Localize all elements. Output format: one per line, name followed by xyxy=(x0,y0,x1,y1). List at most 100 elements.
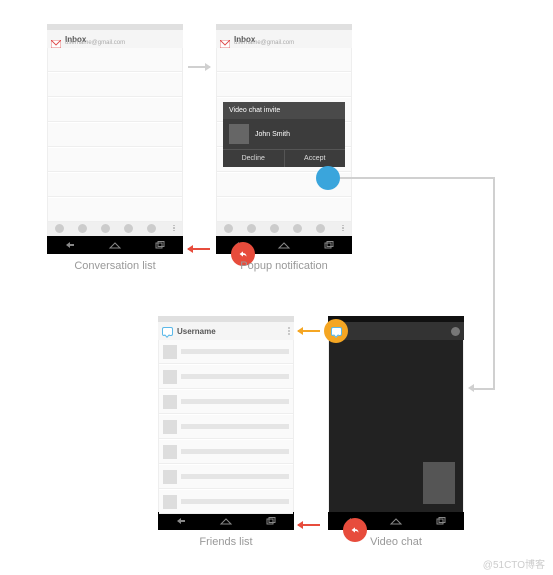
list-item[interactable] xyxy=(48,98,182,122)
watermark: @51CTO博客 xyxy=(483,556,545,571)
caption-friends: Friends list xyxy=(158,536,294,548)
self-view[interactable] xyxy=(423,462,455,504)
friends-list[interactable] xyxy=(158,340,294,512)
system-nav-bar xyxy=(47,236,183,254)
page-dot xyxy=(270,224,279,233)
name-placeholder xyxy=(181,449,289,454)
list-item[interactable] xyxy=(159,365,293,389)
highlight-app-icon xyxy=(324,319,348,343)
connector-accept-h2 xyxy=(472,388,495,390)
app-bar: Inbox username@gmail.com xyxy=(216,30,352,48)
list-item xyxy=(217,198,351,222)
page-dot xyxy=(247,224,256,233)
screen-popup-notification: Inbox username@gmail.com Video chat invi… xyxy=(216,24,352,254)
conversation-list-bg: Video chat invite John Smith Decline Acc… xyxy=(216,48,352,220)
page-indicator-bar xyxy=(47,220,183,236)
caption-conversation: Conversation list xyxy=(47,260,183,272)
nav-back-icon[interactable] xyxy=(63,240,77,250)
video-invite-popup: Video chat invite John Smith Decline Acc… xyxy=(223,102,345,167)
page-indicator-bar xyxy=(216,220,352,236)
list-item xyxy=(217,48,351,72)
avatar xyxy=(163,420,177,434)
nav-back-icon[interactable] xyxy=(174,516,188,526)
nav-home-icon[interactable] xyxy=(277,240,291,250)
list-item[interactable] xyxy=(48,173,182,197)
list-item[interactable] xyxy=(48,73,182,97)
nav-home-icon[interactable] xyxy=(108,240,122,250)
gmail-icon xyxy=(220,35,230,43)
highlight-accept-button xyxy=(316,166,340,190)
caption-popup: Popup notification xyxy=(216,260,352,272)
page-dot[interactable] xyxy=(124,224,133,233)
nav-recent-icon[interactable] xyxy=(322,240,336,250)
name-placeholder xyxy=(181,349,289,354)
list-item[interactable] xyxy=(48,123,182,147)
nav-home-icon[interactable] xyxy=(219,516,233,526)
list-item[interactable] xyxy=(48,48,182,72)
list-item[interactable] xyxy=(48,148,182,172)
arrow-popup-back-to-conv xyxy=(188,248,210,250)
page-dot[interactable] xyxy=(101,224,110,233)
overflow-icon[interactable] xyxy=(173,225,175,232)
list-item[interactable] xyxy=(159,340,293,364)
page-dot[interactable] xyxy=(147,224,156,233)
decline-button[interactable]: Decline xyxy=(223,149,284,167)
page-dot xyxy=(224,224,233,233)
screen-conversation-list: Inbox username@gmail.com xyxy=(47,24,183,254)
talk-icon xyxy=(162,327,173,336)
screen-friends-list: Username xyxy=(158,316,294,530)
action-dot[interactable] xyxy=(451,327,460,336)
name-placeholder xyxy=(181,424,289,429)
conversation-list[interactable] xyxy=(47,48,183,220)
gmail-icon xyxy=(51,35,61,43)
arrow-conv-to-popup xyxy=(188,66,210,68)
overflow-icon[interactable] xyxy=(288,327,290,335)
list-item[interactable] xyxy=(159,490,293,514)
avatar xyxy=(163,395,177,409)
diagram-canvas: Inbox username@gmail.com Conversation li… xyxy=(0,0,553,575)
overflow-icon xyxy=(342,225,344,232)
page-dot xyxy=(316,224,325,233)
avatar xyxy=(229,124,249,144)
app-title: Username xyxy=(177,327,216,336)
avatar xyxy=(163,345,177,359)
back-icon xyxy=(349,525,361,535)
app-bar: Username xyxy=(158,322,294,340)
nav-recent-icon[interactable] xyxy=(153,240,167,250)
avatar xyxy=(163,470,177,484)
back-icon xyxy=(237,249,249,259)
accept-button[interactable]: Accept xyxy=(284,149,346,167)
list-item[interactable] xyxy=(159,390,293,414)
arrow-video-back-to-friends xyxy=(298,524,320,526)
caption-video: Video chat xyxy=(328,536,464,548)
popup-title: Video chat invite xyxy=(223,102,345,119)
connector-accept-h1 xyxy=(340,177,495,179)
arrow-video-appicon-to-friends xyxy=(298,330,320,332)
list-item xyxy=(217,73,351,97)
nav-recent-icon[interactable] xyxy=(264,516,278,526)
popup-body: John Smith xyxy=(223,119,345,149)
avatar xyxy=(163,370,177,384)
popup-actions: Decline Accept xyxy=(223,149,345,167)
name-placeholder xyxy=(181,474,289,479)
list-item[interactable] xyxy=(48,198,182,222)
list-item[interactable] xyxy=(159,440,293,464)
connector-accept-arrowhead xyxy=(468,384,474,392)
app-bar xyxy=(328,322,464,340)
page-dot[interactable] xyxy=(55,224,64,233)
video-area[interactable] xyxy=(328,340,464,512)
name-placeholder xyxy=(181,399,289,404)
app-subtitle: username@gmail.com xyxy=(65,40,125,46)
app-subtitle: username@gmail.com xyxy=(234,40,294,46)
nav-home-icon[interactable] xyxy=(389,516,403,526)
nav-recent-icon[interactable] xyxy=(434,516,448,526)
avatar xyxy=(163,445,177,459)
name-placeholder xyxy=(181,374,289,379)
page-dot xyxy=(293,224,302,233)
connector-accept-v xyxy=(493,177,495,390)
list-item[interactable] xyxy=(159,415,293,439)
list-item[interactable] xyxy=(159,465,293,489)
screen-video-chat xyxy=(328,316,464,530)
page-dot[interactable] xyxy=(78,224,87,233)
inviter-name: John Smith xyxy=(255,131,290,138)
